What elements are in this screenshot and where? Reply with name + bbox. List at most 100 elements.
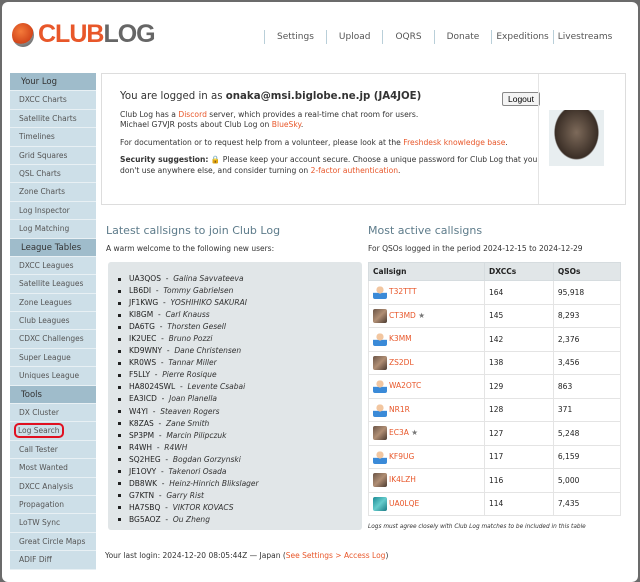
- table-row: ZS2DL 138 3,456: [368, 350, 622, 375]
- sidebar-label: Club Leagues: [19, 316, 70, 326]
- table-row: CT3MD ★ 145 8,293: [368, 303, 622, 328]
- sidebar-label: DXCC Charts: [19, 95, 67, 105]
- new-callsign: KR0WS: [129, 358, 157, 368]
- sidebar-item-adif-diff[interactable]: ADIF Diff: [10, 551, 96, 570]
- sidebar-item-timelines[interactable]: Timelines: [10, 128, 96, 147]
- callsign-link[interactable]: WA2OTC: [389, 381, 421, 390]
- new-callsign: KI8GM: [129, 310, 154, 320]
- nav-livestreams[interactable]: Livestreams: [552, 30, 612, 44]
- list-item: SP3PM - Marcin Pilipczuk: [118, 430, 362, 442]
- callsign-cell: WA2OTC: [368, 374, 485, 399]
- qsos-cell: 2,376: [552, 327, 622, 352]
- sidebar-label: Log Search: [14, 423, 64, 439]
- col-qsos: QSOs: [552, 262, 622, 281]
- text: .: [300, 120, 304, 129]
- new-user-name: Steaven Rogers: [160, 406, 220, 416]
- nav-oqrs[interactable]: OQRS: [382, 30, 433, 44]
- sidebar-item-dxcc-analysis[interactable]: DXCC Analysis: [10, 477, 96, 496]
- new-callsign: DB8WK: [129, 478, 158, 488]
- sidebar-item-great-circle-maps[interactable]: Great Circle Maps: [10, 532, 96, 552]
- dxccs-cell: 138: [484, 350, 554, 375]
- sidebar-item-uniques-league[interactable]: Uniques League: [10, 367, 96, 386]
- sidebar-item-log-inspector[interactable]: Log Inspector: [10, 201, 96, 221]
- sidebar-item-lotw-sync[interactable]: LoTW Sync: [10, 514, 96, 533]
- logo-text-log: LOG: [103, 20, 155, 48]
- most-active-title: Most active callsigns: [368, 224, 483, 237]
- welcome-panel: You are logged in as onaka@msi.biglobe.n…: [101, 73, 626, 205]
- callsign-link[interactable]: EC3A: [389, 428, 409, 437]
- qsos-cell: 6,159: [552, 444, 622, 469]
- sidebar-item-call-tester[interactable]: Call Tester: [10, 440, 96, 460]
- sidebar-label: Timelines: [19, 132, 55, 142]
- list-item: G7KTN - Garry Rist: [118, 490, 362, 502]
- callsign-link[interactable]: NR1R: [389, 405, 410, 414]
- sidebar-item-propagation[interactable]: Propagation: [10, 495, 96, 515]
- list-item: EA3ICD - Joan Planella: [118, 393, 362, 405]
- new-user-name: Ou Zheng: [172, 514, 210, 524]
- callsign-link[interactable]: IK4LZH: [389, 475, 416, 484]
- most-active-table: Callsign DXCCs QSOs T32TTT 164 95,918 CT3MD …: [368, 262, 622, 516]
- sidebar-item-club-leagues[interactable]: Club Leagues: [10, 312, 96, 331]
- new-callsign: R4WH: [129, 442, 153, 452]
- callsign-link[interactable]: KF9UG: [389, 452, 414, 461]
- list-item: JE1OVY - Takenori Osada: [118, 466, 362, 478]
- 2fa-link[interactable]: 2-factor authentication: [311, 166, 398, 175]
- sidebar-item-satellite-leagues[interactable]: Satellite Leagues: [10, 275, 96, 294]
- list-item: DB8WK - Heinz-Hinrich Blikslager: [118, 478, 362, 490]
- list-item: SQ2HEG - Bogdan Gorzynski: [118, 454, 362, 466]
- sidebar-item-log-search[interactable]: Log Search: [10, 422, 96, 441]
- sidebar-item-log-matching[interactable]: Log Matching: [10, 220, 96, 239]
- logout-button[interactable]: Logout: [502, 92, 540, 106]
- table-row: UA0LQE 114 7,435: [368, 491, 622, 516]
- sidebar-label: LoTW Sync: [19, 518, 61, 528]
- freshdesk-link[interactable]: Freshdesk knowledge base: [403, 138, 505, 147]
- discord-link[interactable]: Discord: [178, 110, 207, 119]
- sidebar-item-dx-cluster[interactable]: DX Cluster: [10, 404, 96, 423]
- list-item: BG5AOZ - Ou Zheng: [118, 514, 362, 526]
- sidebar-item-dxcc-leagues[interactable]: DXCC Leagues: [10, 256, 96, 276]
- list-item: JF1KWG - YOSHIHIKO SAKURAI: [118, 297, 362, 309]
- default-user-icon: [373, 402, 387, 417]
- new-user-name: R4WH: [164, 442, 188, 452]
- new-callsign: JF1KWG: [129, 298, 159, 308]
- dxccs-cell: 145: [484, 303, 554, 328]
- bluesky-link[interactable]: BlueSky: [272, 120, 301, 129]
- sidebar-item-zone-charts[interactable]: Zone Charts: [10, 183, 96, 202]
- col-callsign: Callsign: [368, 262, 485, 281]
- new-user-name: Levente Csabai: [187, 382, 246, 392]
- nav-expeditions[interactable]: Expeditions: [491, 30, 552, 44]
- sidebar-label: Satellite Charts: [19, 113, 77, 123]
- new-callsign: SQ2HEG: [129, 454, 161, 464]
- sidebar-item-qsl-charts[interactable]: QSL Charts: [10, 164, 96, 184]
- user-avatar[interactable]: [549, 110, 604, 166]
- access-log-link[interactable]: See Settings > Access Log: [286, 551, 386, 560]
- sidebar-label: Your Log: [21, 77, 58, 87]
- sidebar-item-zone-leagues[interactable]: Zone Leagues: [10, 293, 96, 313]
- nav-settings[interactable]: Settings: [264, 30, 326, 44]
- sidebar-item-grid-squares[interactable]: Grid Squares: [10, 146, 96, 165]
- nav-upload[interactable]: Upload: [325, 30, 383, 44]
- new-callsign: JE1OVY: [129, 466, 157, 476]
- new-user-name: Pierre Rosique: [162, 370, 217, 380]
- sidebar-item-satellite-charts[interactable]: Satellite Charts: [10, 109, 96, 129]
- dxccs-cell: 164: [484, 280, 554, 305]
- sidebar-label: Great Circle Maps: [19, 536, 86, 546]
- list-item: UA3QOS - Galina Savvateeva: [118, 273, 362, 285]
- new-user-name: Zane Smith: [165, 418, 210, 428]
- latest-callsigns-title: Latest callsigns to join Club Log: [106, 224, 281, 237]
- list-item: KR0WS - Tannar Miller: [118, 357, 362, 369]
- sidebar-item-cdxc-challenges[interactable]: CDXC Challenges: [10, 330, 96, 349]
- sidebar-item-most-wanted[interactable]: Most Wanted: [10, 459, 96, 478]
- clublog-logo[interactable]: CLUBLOG: [12, 20, 156, 49]
- list-item: LB6DI - Tommy Gabrielsen: [118, 285, 362, 297]
- nav-donate[interactable]: Donate: [433, 30, 492, 44]
- sidebar-item-dxcc-charts[interactable]: DXCC Charts: [10, 91, 96, 110]
- callsign-link[interactable]: T32TTT: [389, 287, 417, 296]
- callsign-link[interactable]: CT3MD: [389, 311, 416, 320]
- new-callsign: EA3ICD: [129, 394, 157, 404]
- callsign-link[interactable]: UA0LQE: [389, 499, 419, 508]
- callsign-link[interactable]: ZS2DL: [389, 358, 414, 367]
- callsign-link[interactable]: K3MM: [389, 334, 412, 343]
- callsign-cell: NR1R: [368, 397, 485, 422]
- sidebar-item-super-league[interactable]: Super League: [10, 348, 96, 368]
